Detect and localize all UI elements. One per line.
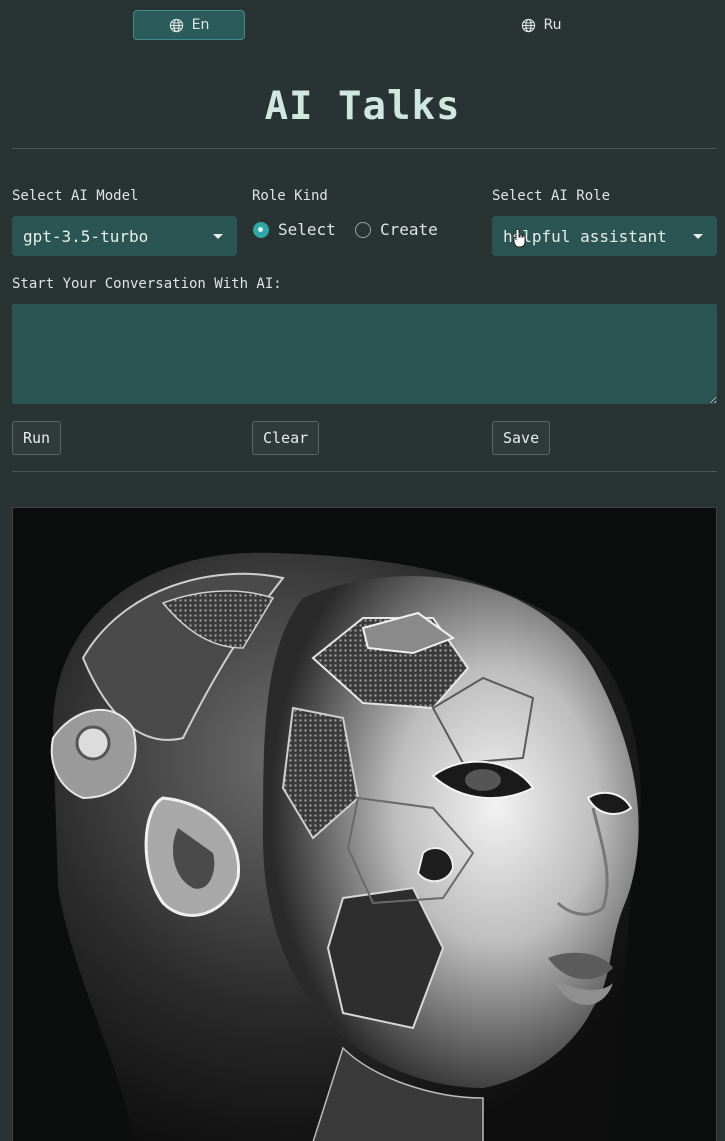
divider (12, 471, 717, 472)
language-ru-button[interactable]: Ru (485, 10, 597, 40)
role-kind-select-label: Select (278, 220, 336, 239)
page-title: AI Talks (264, 84, 461, 129)
model-select[interactable]: gpt-3.5-turbo (12, 216, 237, 256)
role-kind-select-radio[interactable]: Select (253, 220, 336, 239)
model-select-value: gpt-3.5-turbo (23, 226, 149, 246)
save-button[interactable]: Save (492, 421, 551, 455)
conversation-label: Start Your Conversation With AI: (12, 276, 282, 292)
chevron-down-icon (213, 234, 223, 239)
language-en-button[interactable]: En (133, 10, 245, 40)
role-kind-create-radio[interactable]: Create (355, 220, 438, 239)
android-portrait-illustration (13, 508, 716, 1141)
clear-button[interactable]: Clear (252, 421, 320, 455)
chevron-down-icon (693, 234, 703, 239)
globe-icon (169, 18, 183, 32)
conversation-input[interactable] (12, 304, 717, 404)
language-en-label: En (191, 17, 210, 33)
divider (12, 148, 717, 149)
role-kind-label: Role Kind (252, 188, 328, 204)
role-label: Select AI Role (492, 188, 611, 204)
language-ru-label: Ru (543, 17, 562, 33)
radio-unchecked-icon (355, 221, 371, 238)
hero-image (12, 507, 717, 1141)
globe-icon (521, 18, 535, 32)
run-button[interactable]: Run (12, 421, 62, 455)
cursor-hand-icon (513, 228, 526, 248)
role-kind-create-label: Create (380, 220, 438, 239)
model-label: Select AI Model (12, 188, 139, 204)
radio-checked-icon (253, 221, 269, 238)
